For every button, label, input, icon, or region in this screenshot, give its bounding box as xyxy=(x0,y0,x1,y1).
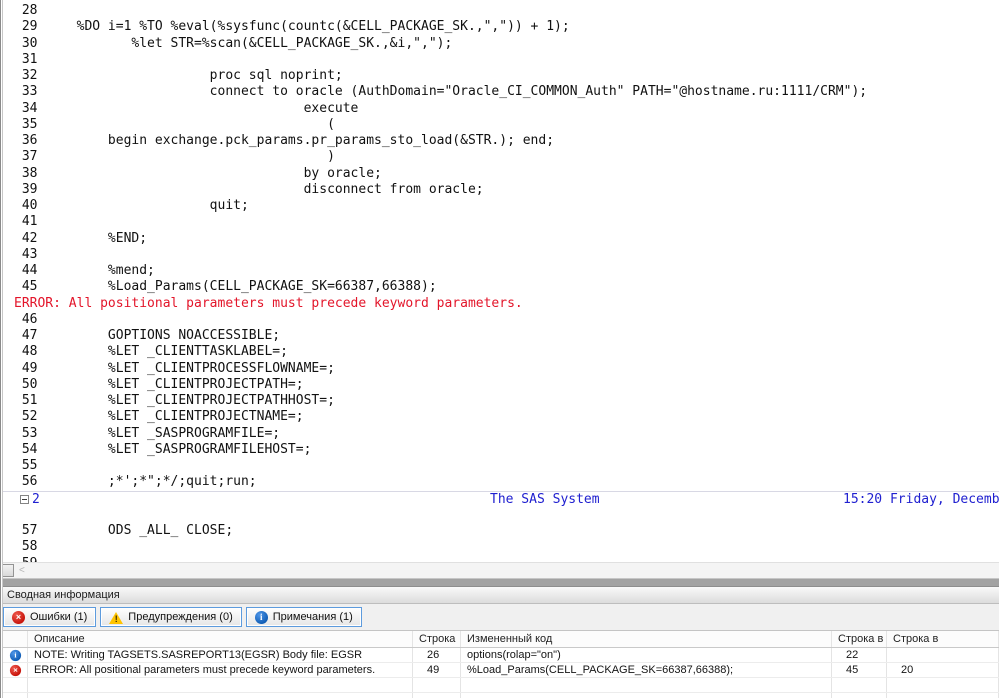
log-line: 32 proc sql noprint; xyxy=(14,68,343,83)
log-line: 47 GOPTIONS NOACCESSIBLE; xyxy=(14,328,281,343)
grid-header-row: ОписаниеСтрокаИзмененный кодСтрока в ...… xyxy=(3,631,999,648)
log-line: 30 %let STR=%scan(&CELL_PACKAGE_SK.,&i,"… xyxy=(14,35,453,51)
log-line: 40 quit; xyxy=(14,198,249,213)
log-line: 36 begin exchange.pck_params.pr_params_s… xyxy=(14,133,555,148)
table-cell-empty xyxy=(3,678,28,692)
grid-header-cell[interactable]: Описание xyxy=(28,631,413,647)
summary-tab-warning[interactable]: Предупреждения (0) xyxy=(100,607,242,627)
table-cell-empty xyxy=(3,693,28,698)
log-viewer[interactable]: 28 29 %DO i=1 %TO %eval(%sysfunc(countc(… xyxy=(0,0,999,562)
log-line: 35 ( xyxy=(14,116,335,132)
error-icon: × xyxy=(9,664,21,676)
log-line: 53 %LET _SASPROGRAMFILE=; xyxy=(14,425,281,441)
log-line: 52 %LET _CLIENTPROJECTNAME=; xyxy=(14,409,304,425)
table-cell-empty xyxy=(413,678,461,692)
table-cell-empty xyxy=(832,693,887,698)
info-icon: i xyxy=(254,610,268,624)
summary-tabs: × Ошибки (1) Предупреждения (0) i Примечания… xyxy=(0,604,999,630)
summary-tab-error[interactable]: × Ошибки (1) xyxy=(3,607,97,627)
scrollbar-thumb[interactable] xyxy=(2,564,14,577)
grid-header-cell[interactable]: Строка xyxy=(413,631,461,647)
log-line: 33 connect to oracle (AuthDomain="Oracle… xyxy=(14,84,868,100)
error-icon: × xyxy=(12,610,25,624)
summary-panel-title: Сводная информация xyxy=(0,587,999,604)
table-cell-empty xyxy=(413,693,461,698)
table-cell-empty xyxy=(461,678,832,692)
log-line: 41 xyxy=(14,214,38,230)
log-line: 39 disconnect from oracle; xyxy=(14,181,484,197)
collapse-section-toggle[interactable] xyxy=(20,494,29,504)
table-cell-empty xyxy=(832,678,887,692)
info-icon: i xyxy=(9,649,21,661)
table-row[interactable]: × ERROR: All positional parameters must p… xyxy=(3,663,999,678)
log-line: 42 %END; xyxy=(14,230,148,246)
warning-icon xyxy=(109,611,124,625)
grid-header-cell[interactable]: Строка в ... xyxy=(832,631,887,647)
log-line: 46 xyxy=(14,311,38,327)
log-error-line: ERROR: All positional parameters must pr… xyxy=(14,295,523,311)
table-cell: NOTE: Writing TAGSETS.SASREPORT13(EGSR) … xyxy=(28,648,413,662)
summary-panel: Сводная информация × Ошибки (1) Предупрежд… xyxy=(0,587,999,698)
log-page-break: 2 The SAS System 15:20 Friday, December xyxy=(0,490,999,507)
table-cell-empty xyxy=(887,678,999,692)
page-title: The SAS System xyxy=(490,491,600,507)
log-line: 55 xyxy=(14,458,38,473)
log-line: 29 %DO i=1 %TO %eval(%sysfunc(countc(&CE… xyxy=(14,19,570,35)
log-line: 49 %LET _CLIENTPROCESSFLOWNAME=; xyxy=(14,360,335,376)
left-pane-border xyxy=(0,0,3,698)
table-cell: 49 xyxy=(413,663,461,677)
page-timestamp: 15:20 Friday, December xyxy=(843,491,999,507)
table-cell: options(rolap="on") xyxy=(461,648,832,662)
page-number: 2 xyxy=(32,491,40,507)
scroll-left-icon[interactable]: < xyxy=(19,563,25,578)
log-line: 38 by oracle; xyxy=(14,165,382,181)
grid-header-cell[interactable] xyxy=(3,631,28,647)
table-row-empty xyxy=(3,678,999,693)
log-lines: 28 29 %DO i=1 %TO %eval(%sysfunc(countc(… xyxy=(0,0,999,562)
log-line: 48 %LET _CLIENTTASKLABEL=; xyxy=(14,344,288,360)
row-status-cell: i xyxy=(3,648,28,662)
summary-grid: ОписаниеСтрокаИзмененный кодСтрока в ...… xyxy=(3,630,999,698)
table-cell-empty xyxy=(461,693,832,698)
log-line: 45 %Load_Params(CELL_PACKAGE_SK=66387,66… xyxy=(14,279,437,295)
pane-splitter[interactable] xyxy=(0,578,999,587)
log-line: 50 %LET _CLIENTPROJECTPATH=; xyxy=(14,376,304,392)
table-cell-empty xyxy=(28,678,413,692)
table-cell: ERROR: All positional parameters must pr… xyxy=(28,663,413,677)
table-cell-empty xyxy=(28,693,413,698)
grid-header-cell[interactable]: Измененный код xyxy=(461,631,832,647)
horizontal-scrollbar[interactable]: < xyxy=(0,562,999,578)
table-cell: 20 xyxy=(887,663,999,677)
summary-tab-label: Ошибки (1) xyxy=(30,611,88,623)
table-cell: %Load_Params(CELL_PACKAGE_SK=66387,66388… xyxy=(461,663,832,677)
grid-header-cell[interactable]: Строка в xyxy=(887,631,999,647)
table-row[interactable]: i NOTE: Writing TAGSETS.SASREPORT13(EGSR)… xyxy=(3,648,999,663)
row-status-cell: × xyxy=(3,663,28,677)
summary-tab-label: Предупреждения (0) xyxy=(128,611,233,623)
log-line: 43 xyxy=(14,246,38,262)
summary-tab-label: Примечания (1) xyxy=(272,611,353,623)
log-line: 37 ) xyxy=(14,149,335,165)
summary-tab-info[interactable]: i Примечания (1) xyxy=(245,607,362,627)
table-row-empty xyxy=(3,693,999,698)
table-cell xyxy=(887,648,999,662)
table-cell-empty xyxy=(887,693,999,698)
table-cell: 26 xyxy=(413,648,461,662)
log-line: 56 ;*';*";*/;quit;run; xyxy=(14,474,257,490)
log-line: 51 %LET _CLIENTPROJECTPATHHOST=; xyxy=(14,393,335,408)
log-line: 28 xyxy=(14,3,38,18)
log-line: 34 execute xyxy=(14,100,359,116)
log-line: 58 xyxy=(14,539,38,555)
log-line: 54 %LET _SASPROGRAMFILEHOST=; xyxy=(14,441,312,457)
table-cell: 45 xyxy=(832,663,887,677)
log-line: 31 xyxy=(14,51,38,67)
table-cell: 22 xyxy=(832,648,887,662)
log-line: 44 %mend; xyxy=(14,263,155,278)
log-line: 57 ODS _ALL_ CLOSE; xyxy=(14,523,234,538)
minus-icon xyxy=(22,498,27,500)
